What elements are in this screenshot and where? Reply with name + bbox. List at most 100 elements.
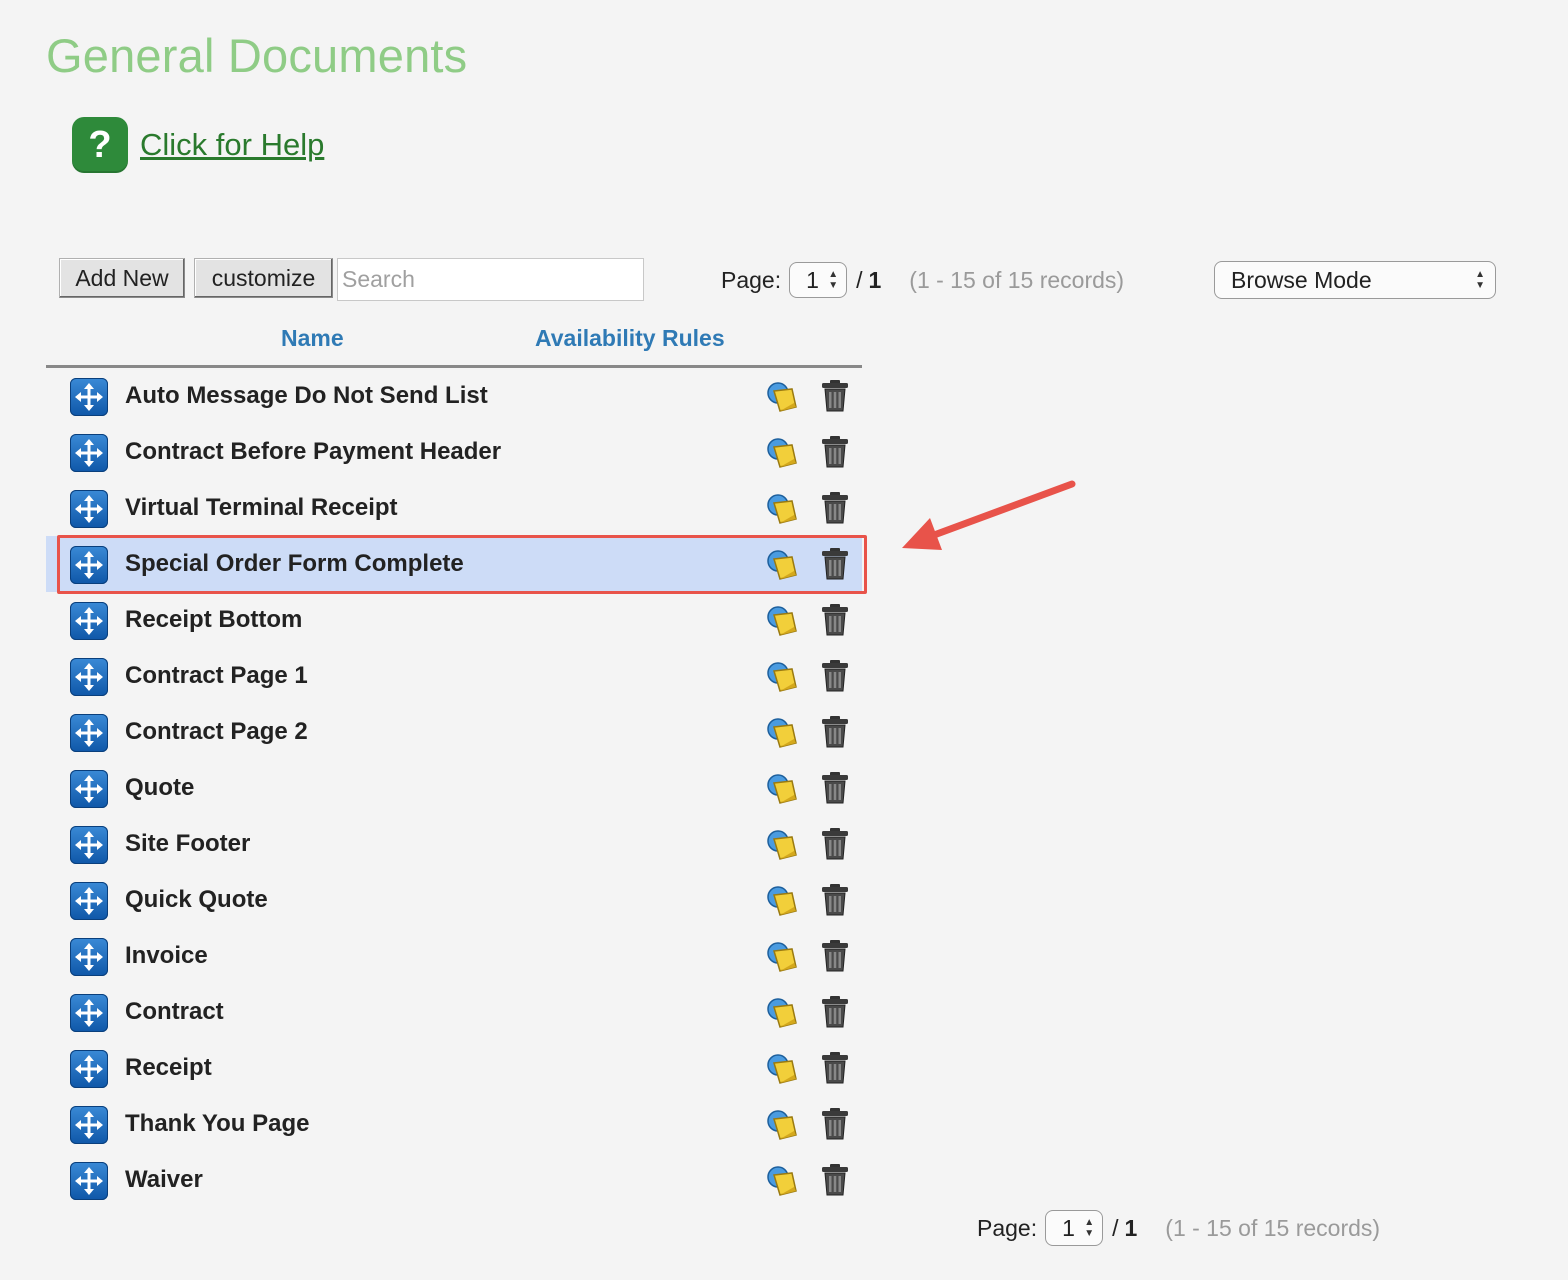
page-total: 1 [1124, 1214, 1138, 1241]
edit-rules-icon[interactable] [766, 493, 800, 530]
trash-icon[interactable] [820, 939, 850, 978]
move-icon[interactable] [70, 826, 108, 864]
page-label: Page: [977, 1214, 1038, 1241]
move-icon[interactable] [70, 1162, 108, 1200]
trash-icon[interactable] [820, 827, 850, 866]
annotation-highlight-box [57, 535, 867, 594]
page-separator: / [1112, 1214, 1119, 1241]
edit-rules-icon[interactable] [766, 885, 800, 922]
document-name[interactable]: Auto Message Do Not Send List [125, 382, 488, 410]
trash-icon[interactable] [820, 883, 850, 922]
edit-rules-icon[interactable] [766, 997, 800, 1034]
move-icon[interactable] [70, 1106, 108, 1144]
move-icon[interactable] [70, 490, 108, 528]
move-icon[interactable] [70, 434, 108, 472]
help-link-label[interactable]: Click for Help [140, 127, 324, 163]
table-row[interactable]: Quote [46, 760, 862, 816]
record-count: (1 - 15 of 15 records) [1165, 1214, 1381, 1241]
mode-select[interactable]: Browse Mode ▲ ▼ [1214, 261, 1496, 299]
page-label: Page: [721, 266, 782, 293]
trash-icon[interactable] [820, 771, 850, 810]
select-arrows-icon: ▲ ▼ [1475, 269, 1485, 291]
annotation-arrow-icon [902, 480, 1076, 550]
document-name[interactable]: Receipt Bottom [125, 606, 302, 634]
column-header-name[interactable]: Name [281, 325, 344, 352]
page-total: 1 [868, 266, 882, 293]
pager-bottom: Page: 1 ▲ ▼ / 1 (1 - 15 of 15 records) [977, 1210, 1380, 1246]
mode-select-value: Browse Mode [1231, 266, 1372, 293]
document-name[interactable]: Contract Before Payment Header [125, 438, 501, 466]
move-icon[interactable] [70, 938, 108, 976]
table-row[interactable]: Thank You Page [46, 1096, 862, 1152]
document-name[interactable]: Contract Page 2 [125, 718, 308, 746]
table-row[interactable]: Contract Page 1 [46, 648, 862, 704]
move-icon[interactable] [70, 994, 108, 1032]
page-number-stepper[interactable]: 1 ▲ ▼ [1045, 1210, 1104, 1246]
table-row[interactable]: Site Footer [46, 816, 862, 872]
trash-icon[interactable] [820, 715, 850, 754]
document-name[interactable]: Virtual Terminal Receipt [125, 494, 398, 522]
trash-icon[interactable] [820, 435, 850, 474]
table-row[interactable]: Waiver [46, 1152, 862, 1208]
table-row[interactable]: Contract [46, 984, 862, 1040]
page-number-value: 1 [806, 266, 819, 293]
document-name[interactable]: Invoice [125, 942, 208, 970]
document-name[interactable]: Quote [125, 774, 194, 802]
help-icon[interactable]: ? [72, 117, 128, 173]
document-name[interactable]: Receipt [125, 1054, 212, 1082]
trash-icon[interactable] [820, 995, 850, 1034]
edit-rules-icon[interactable] [766, 1165, 800, 1202]
pager-top: Page: 1 ▲ ▼ / 1 (1 - 15 of 15 records) [721, 262, 1124, 298]
trash-icon[interactable] [820, 379, 850, 418]
move-icon[interactable] [70, 658, 108, 696]
edit-rules-icon[interactable] [766, 717, 800, 754]
table-row[interactable]: Receipt [46, 1040, 862, 1096]
trash-icon[interactable] [820, 659, 850, 698]
table-row[interactable]: Virtual Terminal Receipt [46, 480, 862, 536]
edit-rules-icon[interactable] [766, 661, 800, 698]
table-row[interactable]: Auto Message Do Not Send List [46, 368, 862, 424]
move-icon[interactable] [70, 770, 108, 808]
trash-icon[interactable] [820, 603, 850, 642]
move-icon[interactable] [70, 882, 108, 920]
table-row[interactable]: Contract Before Payment Header [46, 424, 862, 480]
add-new-button[interactable]: Add New [59, 258, 185, 298]
customize-button[interactable]: customize [194, 258, 333, 298]
search-input[interactable] [337, 258, 644, 301]
document-name[interactable]: Thank You Page [125, 1110, 310, 1138]
page-number-value: 1 [1062, 1214, 1075, 1241]
move-icon[interactable] [70, 714, 108, 752]
table-row[interactable]: Contract Page 2 [46, 704, 862, 760]
stepper-arrows-icon[interactable]: ▲ ▼ [1084, 1217, 1094, 1239]
edit-rules-icon[interactable] [766, 1053, 800, 1090]
edit-rules-icon[interactable] [766, 773, 800, 810]
page-number-stepper[interactable]: 1 ▲ ▼ [789, 262, 848, 298]
help-link[interactable]: ? Click for Help [72, 117, 324, 173]
document-name[interactable]: Contract Page 1 [125, 662, 308, 690]
document-name[interactable]: Quick Quote [125, 886, 268, 914]
table-row[interactable]: Quick Quote [46, 872, 862, 928]
table-row[interactable]: Receipt Bottom [46, 592, 862, 648]
document-name[interactable]: Waiver [125, 1166, 203, 1194]
trash-icon[interactable] [820, 1163, 850, 1202]
edit-rules-icon[interactable] [766, 829, 800, 866]
edit-rules-icon[interactable] [766, 381, 800, 418]
move-icon[interactable] [70, 1050, 108, 1088]
trash-icon[interactable] [820, 491, 850, 530]
edit-rules-icon[interactable] [766, 941, 800, 978]
page-separator: / [856, 266, 863, 293]
column-header-availability-rules[interactable]: Availability Rules [535, 325, 725, 352]
edit-rules-icon[interactable] [766, 437, 800, 474]
record-count: (1 - 15 of 15 records) [909, 266, 1125, 293]
stepper-arrows-icon[interactable]: ▲ ▼ [828, 269, 838, 291]
move-icon[interactable] [70, 378, 108, 416]
document-name[interactable]: Contract [125, 998, 224, 1026]
table-row[interactable]: Invoice [46, 928, 862, 984]
document-name[interactable]: Site Footer [125, 830, 250, 858]
trash-icon[interactable] [820, 1107, 850, 1146]
edit-rules-icon[interactable] [766, 1109, 800, 1146]
move-icon[interactable] [70, 602, 108, 640]
trash-icon[interactable] [820, 1051, 850, 1090]
edit-rules-icon[interactable] [766, 605, 800, 642]
page-title: General Documents [46, 29, 468, 82]
